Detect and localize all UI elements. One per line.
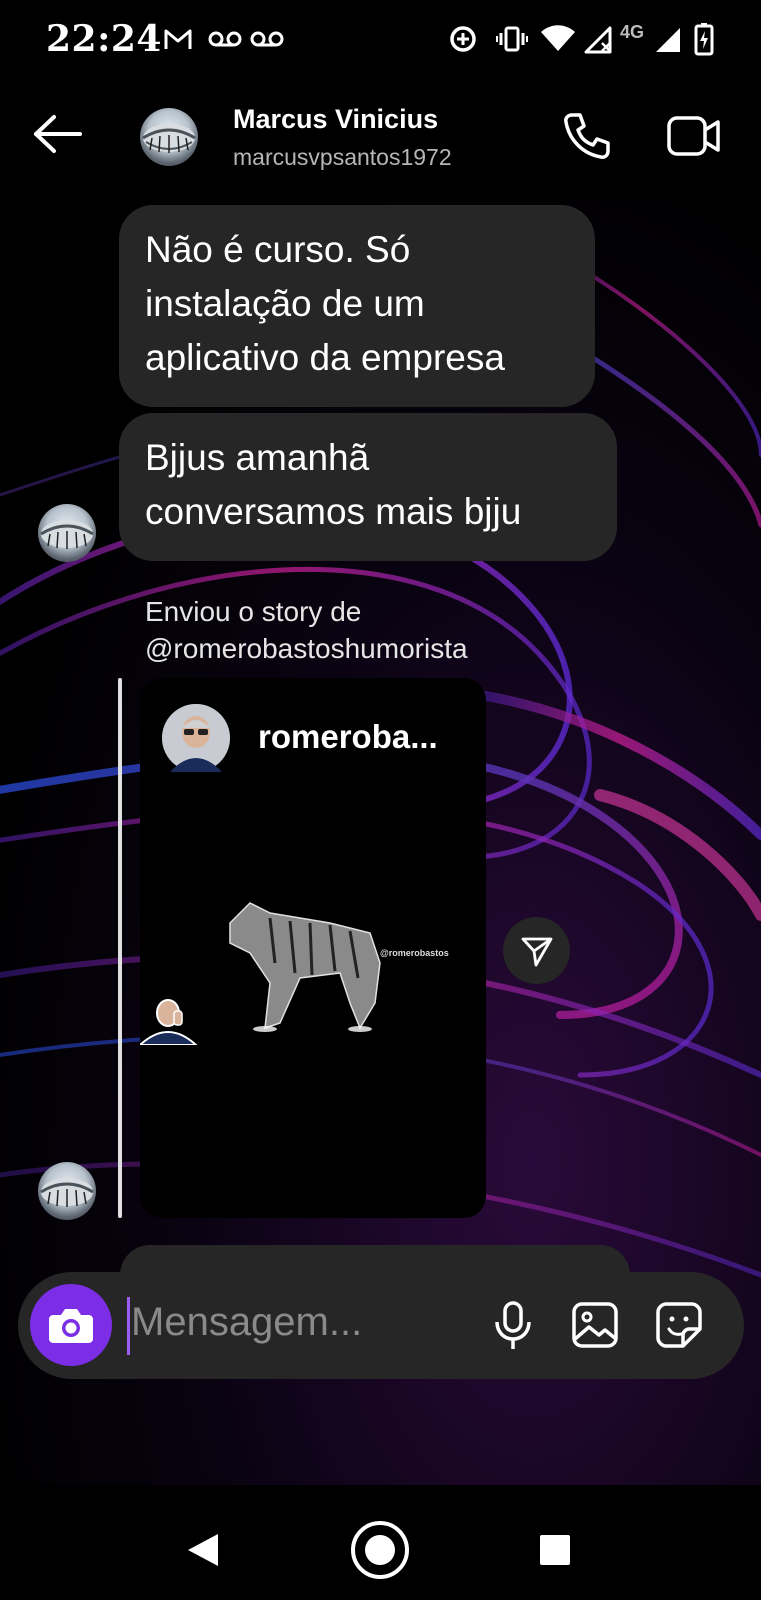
share-story-button[interactable] (503, 917, 570, 984)
caption-line[interactable]: @romerobastoshumorista (145, 630, 468, 667)
vibrate-icon (496, 26, 528, 52)
story-share-caption: Enviou o story de @romerobastoshumorista (145, 593, 468, 667)
system-nav-bar (0, 1500, 761, 1600)
wifi-icon (541, 25, 575, 51)
message-input[interactable]: Mensagem... (131, 1300, 362, 1345)
story-sticker (140, 993, 199, 1046)
send-icon (521, 937, 552, 966)
story-watermark: @romerobastos (380, 948, 449, 958)
message-line: Não é curso. Só (145, 229, 411, 270)
nav-recents-icon[interactable] (539, 1534, 571, 1566)
contact-username[interactable]: marcusvpsantos1972 (233, 144, 452, 171)
battery-charging-icon (694, 23, 714, 56)
voicemail-icon (250, 31, 284, 47)
chat-header: Marcus Vinicius marcusvpsantos1972 (0, 80, 761, 195)
data-saver-icon (450, 26, 476, 52)
gallery-icon[interactable] (571, 1301, 619, 1349)
message-line: Bjjus amanhã (145, 437, 370, 478)
avatar[interactable] (140, 108, 198, 166)
back-arrow-icon[interactable] (32, 114, 84, 154)
story-author-avatar[interactable] (162, 704, 230, 772)
gmail-icon (164, 29, 192, 49)
caption-line: Enviou o story de (145, 596, 362, 627)
status-time: 22:24 (46, 18, 162, 60)
contact-name[interactable]: Marcus Vinicius (233, 104, 438, 135)
status-bar: 22:24 4G (0, 0, 761, 80)
message-composer: Mensagem... (18, 1272, 744, 1379)
nav-home-icon[interactable] (350, 1520, 410, 1580)
signal-x-icon (584, 26, 612, 54)
message-line: aplicativo da empresa (145, 337, 505, 378)
microphone-icon[interactable] (492, 1300, 534, 1352)
phone-call-icon[interactable] (562, 111, 612, 161)
message-line: conversamos mais bjju (145, 491, 522, 532)
sticker-icon[interactable] (655, 1301, 703, 1349)
nav-back-icon[interactable] (186, 1532, 220, 1568)
video-call-icon[interactable] (666, 113, 722, 159)
camera-button[interactable] (30, 1284, 112, 1366)
story-media (210, 883, 410, 1033)
message-line: instalação de um (145, 283, 425, 324)
sender-avatar[interactable] (38, 1162, 96, 1220)
signal-icon (656, 28, 680, 52)
text-cursor (127, 1297, 130, 1355)
message-bubble[interactable]: Bjjus amanhã conversamos mais bjju (119, 413, 617, 561)
story-author-username[interactable]: romeroba... (258, 718, 438, 756)
shared-story-card[interactable]: romeroba... @romerobastos (140, 678, 486, 1218)
sender-avatar[interactable] (38, 504, 96, 562)
message-bubble[interactable]: Não é curso. Só instalação de um aplicat… (119, 205, 595, 407)
camera-icon (49, 1309, 93, 1343)
voicemail-icon (208, 31, 242, 47)
network-type-label: 4G (620, 22, 645, 42)
reply-indicator-bar (118, 678, 122, 1218)
